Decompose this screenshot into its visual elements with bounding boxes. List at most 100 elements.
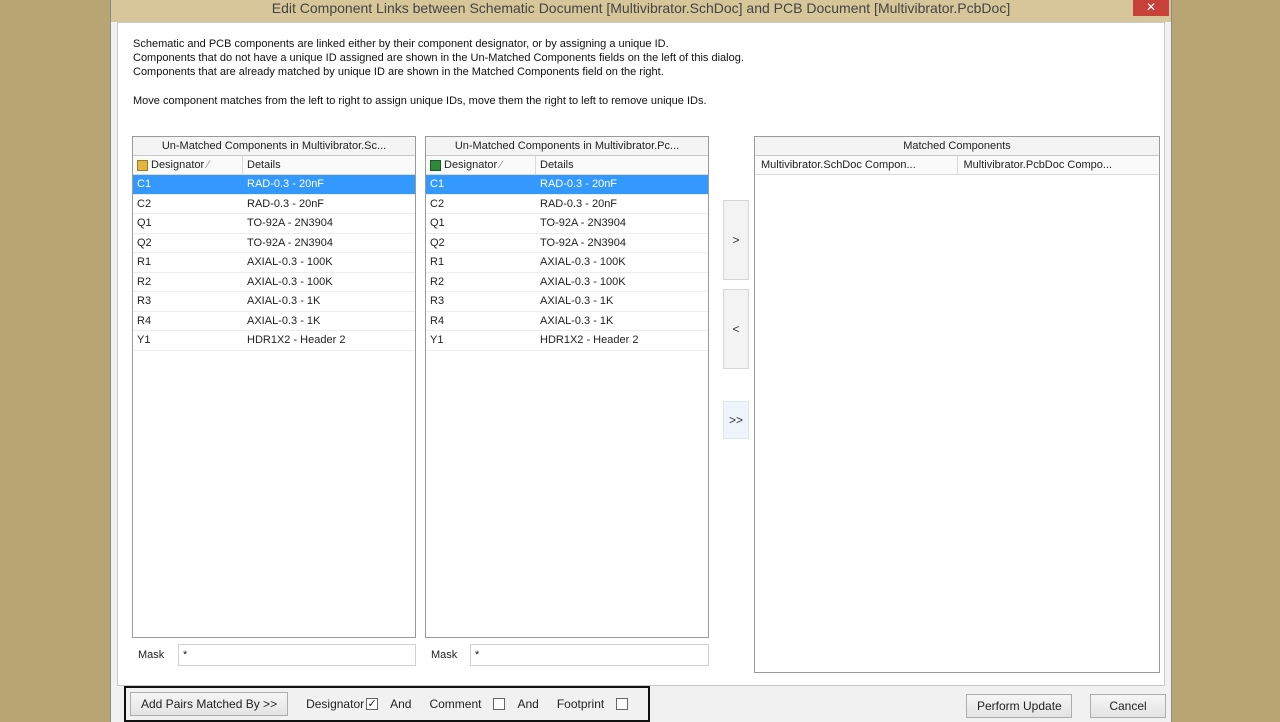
sch-details-column[interactable]: Details (243, 156, 415, 174)
instruction-line-4: Move component matches from the left to … (133, 95, 707, 107)
pcb-designator-label: Designator (444, 159, 498, 171)
unmatched-pcb-list: C1 RAD-0.3 - 20nF C2 RAD-0.3 - 20nF Q1 TO-92A… (426, 175, 708, 351)
close-button[interactable]: ✕ (1133, 0, 1169, 16)
row-designator: R3 (430, 295, 445, 307)
add-all-matches-button[interactable]: >> (723, 401, 749, 439)
component-row[interactable]: R2 AXIAL-0.3 - 100K (426, 273, 708, 292)
component-row[interactable]: R4 AXIAL-0.3 - 1K (133, 312, 415, 331)
row-designator: C1 (430, 178, 445, 190)
component-row[interactable]: C2 RAD-0.3 - 20nF (426, 195, 708, 214)
matched-pcb-column[interactable]: Multivibrator.PcbDoc Compo... (958, 156, 1160, 174)
row-designator: Q2 (430, 236, 445, 249)
row-designator: R1 (137, 256, 152, 268)
dialog-client-area: Schematic and PCB components are linked … (117, 22, 1165, 686)
row-designator: R4 (137, 314, 152, 327)
add-match-button[interactable]: > (723, 200, 749, 280)
pcb-mask-label: Mask (431, 649, 458, 661)
row-designator: R2 (137, 275, 152, 288)
row-designator: C2 (137, 197, 152, 210)
component-row[interactable]: Q2 TO-92A - 2N3904 (426, 234, 708, 253)
component-row[interactable]: R4 AXIAL-0.3 - 1K (426, 312, 708, 331)
designator-checkbox[interactable]: ✓ (366, 698, 379, 710)
component-row[interactable]: Q2 TO-92A - 2N3904 (133, 234, 415, 253)
component-row[interactable]: R3 AXIAL-0.3 - 1K (426, 292, 708, 312)
pcb-designator-column[interactable]: Designator ⁄ (426, 156, 536, 174)
unmatched-pcb-column-header: Designator ⁄ Details (426, 156, 708, 175)
and-label-2: And (517, 697, 539, 711)
component-row[interactable]: C2 RAD-0.3 - 20nF (133, 195, 415, 214)
add-pairs-bar: Add Pairs Matched By >> Designator ✓ And … (124, 686, 650, 722)
component-row[interactable]: R1 AXIAL-0.3 - 100K (426, 253, 708, 273)
unmatched-sch-list: C1 RAD-0.3 - 20nF C2 RAD-0.3 - 20nF Q1 TO-92A… (133, 175, 415, 351)
row-details: RAD-0.3 - 20nF (540, 197, 618, 210)
component-row[interactable]: R3 AXIAL-0.3 - 1K (133, 292, 415, 312)
matched-sch-column[interactable]: Multivibrator.SchDoc Compon... (755, 156, 958, 174)
pcb-mask-input[interactable]: * (470, 644, 709, 666)
row-details: AXIAL-0.3 - 1K (540, 295, 614, 307)
matched-components-panel: Matched Components Multivibrator.SchDoc … (754, 136, 1160, 673)
instruction-line-2: Components that do not have a unique ID … (133, 52, 744, 64)
sch-designator-label: Designator (151, 159, 205, 171)
row-designator: R3 (137, 295, 152, 307)
dialog-title: Edit Component Links between Schematic D… (271, 0, 1011, 16)
instruction-line-1: Schematic and PCB components are linked … (133, 38, 669, 50)
row-details: RAD-0.3 - 20nF (247, 197, 325, 210)
row-details: AXIAL-0.3 - 1K (540, 314, 614, 327)
row-designator: R2 (430, 275, 445, 288)
unmatched-sch-column-header: Designator ⁄ Details (133, 156, 415, 175)
row-details: AXIAL-0.3 - 1K (247, 295, 321, 307)
row-designator: C1 (137, 178, 152, 190)
designator-label: Designator (306, 697, 365, 711)
component-row[interactable]: C1 RAD-0.3 - 20nF (426, 175, 708, 195)
row-details: RAD-0.3 - 20nF (247, 178, 325, 190)
unmatched-pcb-panel: Un-Matched Components in Multivibrator.P… (425, 136, 709, 638)
cancel-button[interactable]: Cancel (1090, 694, 1166, 718)
row-designator: Y1 (137, 334, 151, 346)
row-designator: Q1 (137, 217, 152, 229)
row-details: AXIAL-0.3 - 100K (540, 275, 626, 288)
component-row[interactable]: Q1 TO-92A - 2N3904 (133, 214, 415, 234)
footprint-label: Footprint (556, 697, 605, 711)
matched-components-title: Matched Components (755, 137, 1159, 156)
component-row[interactable]: R2 AXIAL-0.3 - 100K (133, 273, 415, 292)
pcb-details-column[interactable]: Details (536, 156, 708, 174)
row-designator: Y1 (430, 334, 444, 346)
title-bar: Edit Component Links between Schematic D… (111, 0, 1171, 22)
row-designator: Q2 (137, 236, 152, 249)
footprint-checkbox[interactable] (616, 698, 629, 710)
instruction-line-3: Components that are already matched by u… (133, 66, 664, 78)
component-row[interactable]: Y1 HDR1X2 - Header 2 (133, 331, 415, 351)
and-label-1: And (390, 697, 412, 711)
sort-arrow-icon: ⁄ (500, 159, 503, 171)
row-details: AXIAL-0.3 - 100K (540, 256, 626, 268)
sort-arrow-icon: ⁄ (207, 159, 210, 171)
row-designator: R4 (430, 314, 445, 327)
component-row[interactable]: Y1 HDR1X2 - Header 2 (426, 331, 708, 351)
dialog-actions: Perform Update Cancel (966, 694, 1166, 718)
sch-designator-column[interactable]: Designator ⁄ (133, 156, 243, 174)
row-details: RAD-0.3 - 20nF (540, 178, 618, 190)
add-pairs-matched-by-button[interactable]: Add Pairs Matched By >> (130, 692, 289, 716)
row-details: TO-92A - 2N3904 (540, 236, 627, 249)
unmatched-sch-title: Un-Matched Components in Multivibrator.S… (133, 137, 415, 156)
row-details: AXIAL-0.3 - 1K (247, 314, 321, 327)
matched-column-header: Multivibrator.SchDoc Compon... Multivibr… (755, 156, 1159, 175)
component-row[interactable]: Q1 TO-92A - 2N3904 (426, 214, 708, 234)
comment-label: Comment (429, 697, 482, 711)
instructions: Schematic and PCB components are linked … (133, 37, 1133, 108)
perform-update-button[interactable]: Perform Update (966, 694, 1072, 718)
unmatched-pcb-title: Un-Matched Components in Multivibrator.P… (426, 137, 708, 156)
row-details: AXIAL-0.3 - 100K (247, 275, 333, 288)
row-details: TO-92A - 2N3904 (247, 236, 334, 249)
remove-match-button[interactable]: < (723, 289, 749, 369)
edit-component-links-dialog: Edit Component Links between Schematic D… (110, 0, 1172, 722)
comment-checkbox[interactable] (493, 698, 506, 710)
unmatched-sch-panel: Un-Matched Components in Multivibrator.S… (132, 136, 416, 638)
row-designator: Q1 (430, 217, 445, 229)
component-row[interactable]: R1 AXIAL-0.3 - 100K (133, 253, 415, 273)
schematic-folder-icon (137, 159, 148, 171)
component-row[interactable]: C1 RAD-0.3 - 20nF (133, 175, 415, 195)
row-details: AXIAL-0.3 - 100K (247, 256, 333, 268)
sch-mask-input[interactable]: * (178, 644, 416, 666)
row-designator: C2 (430, 197, 445, 210)
